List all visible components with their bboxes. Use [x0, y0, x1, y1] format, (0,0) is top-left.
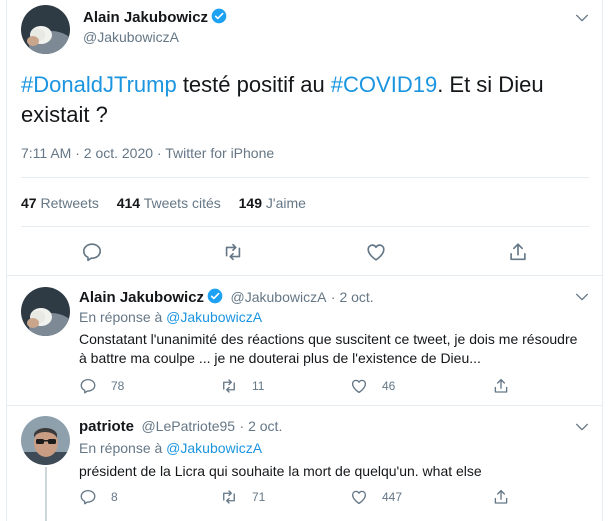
- share-icon: [494, 489, 508, 504]
- retweet-icon: [223, 379, 235, 393]
- divider: [21, 226, 589, 227]
- reply-prefix: En réponse à: [79, 440, 167, 456]
- avatar-image: [21, 416, 70, 465]
- reply-to-link[interactable]: @JakubowiczA: [166, 309, 262, 325]
- divider: [21, 177, 589, 178]
- like-icon: [351, 490, 367, 505]
- likes-stat[interactable]: 149 J'aime: [239, 195, 306, 211]
- retweets-label: Retweets: [40, 195, 99, 211]
- reply-count: 8: [111, 490, 118, 504]
- verified-badge-icon: [211, 8, 227, 24]
- reply-icon: [80, 378, 96, 394]
- retweet-count: 11: [252, 379, 265, 393]
- share-icon: [510, 243, 526, 261]
- author-name[interactable]: patriote: [79, 418, 134, 435]
- reply-context: En réponse à @JakubowiczA: [79, 440, 262, 456]
- retweet-icon: [223, 490, 235, 504]
- avatar[interactable]: [21, 287, 70, 336]
- divider: [7, 405, 602, 406]
- retweet-button[interactable]: [222, 241, 244, 263]
- avatar-image: [21, 287, 70, 336]
- reply-button[interactable]: 8: [79, 488, 118, 506]
- share-button[interactable]: [507, 241, 529, 263]
- dot-separator: ·: [239, 418, 249, 434]
- reply-text: Constatant l'unanimité des réactions que…: [79, 331, 578, 366]
- tweet-text: #DonaldJTrump testé positif au #COVID19.…: [21, 70, 581, 130]
- quotes-count: 414: [116, 195, 141, 211]
- tweet-stats: 47 Retweets 414 Tweets cités 149 J'aime: [21, 195, 306, 211]
- tweet-time[interactable]: 2 oct.: [339, 289, 373, 305]
- like-button[interactable]: [365, 241, 387, 263]
- reply-count: 78: [111, 379, 125, 393]
- retweet-button[interactable]: 71: [220, 488, 265, 506]
- like-icon: [367, 244, 385, 261]
- author-handle[interactable]: @LePatriote95: [141, 418, 235, 434]
- retweets-count: 47: [21, 195, 37, 211]
- likes-count: 149: [238, 195, 262, 211]
- author-handle[interactable]: @JakubowiczA: [83, 29, 227, 45]
- divider: [7, 275, 602, 276]
- retweet-icon: [225, 243, 241, 261]
- retweets-stat[interactable]: 47 Retweets: [21, 195, 99, 211]
- reply-header: Alain Jakubowicz @JakubowiczA · 2 oct.: [79, 288, 374, 307]
- share-icon: [494, 378, 508, 393]
- avatar-image: [21, 5, 70, 54]
- like-icon: [351, 379, 367, 394]
- tweet-time[interactable]: 2 oct.: [248, 418, 282, 434]
- verified-badge-icon: [207, 288, 223, 304]
- like-count: 447: [382, 490, 403, 504]
- reply-button[interactable]: 78: [79, 377, 124, 395]
- reply-prefix: En réponse à: [79, 309, 167, 325]
- reply-context: En réponse à @JakubowiczA: [79, 309, 262, 325]
- tweet-text-part: testé positif au: [176, 72, 331, 97]
- reply-text: président de la Licra qui souhaite la mo…: [79, 463, 482, 479]
- reply-button[interactable]: [81, 241, 103, 263]
- quotes-stat[interactable]: 414 Tweets cités: [117, 195, 221, 211]
- thread-line: [45, 467, 47, 521]
- like-count: 46: [382, 379, 396, 393]
- avatar[interactable]: [21, 5, 70, 54]
- hashtag-link[interactable]: #DonaldJTrump: [21, 72, 177, 97]
- hashtag-link[interactable]: #COVID19: [331, 72, 437, 97]
- reply-to-link[interactable]: @JakubowiczA: [166, 440, 262, 456]
- likes-label: J'aime: [265, 195, 306, 211]
- reply-icon: [80, 489, 96, 505]
- tweet-thread: Alain Jakubowicz @JakubowiczA #DonaldJTr…: [6, 0, 603, 521]
- author-name[interactable]: Alain Jakubowicz: [79, 289, 204, 306]
- reply-header: patriote @LePatriote95 · 2 oct.: [79, 418, 282, 436]
- chevron-down-icon[interactable]: [574, 289, 590, 305]
- tweet-timestamp[interactable]: 7:11 AM · 2 oct. 2020 · Twitter for iPho…: [21, 145, 274, 161]
- retweet-button[interactable]: 11: [220, 377, 264, 395]
- quotes-label: Tweets cités: [143, 195, 221, 211]
- like-button[interactable]: 46: [350, 377, 395, 395]
- author-name[interactable]: Alain Jakubowicz: [83, 9, 208, 26]
- chevron-down-icon[interactable]: [574, 10, 590, 26]
- chevron-down-icon[interactable]: [574, 419, 590, 435]
- share-button[interactable]: [492, 377, 510, 395]
- share-button[interactable]: [492, 488, 510, 506]
- like-button[interactable]: 447: [350, 488, 402, 506]
- main-author: Alain Jakubowicz @JakubowiczA: [83, 8, 227, 45]
- retweet-count: 71: [252, 490, 266, 504]
- author-handle[interactable]: @JakubowiczA: [231, 289, 327, 305]
- reply-icon: [82, 243, 102, 262]
- avatar[interactable]: [21, 416, 70, 465]
